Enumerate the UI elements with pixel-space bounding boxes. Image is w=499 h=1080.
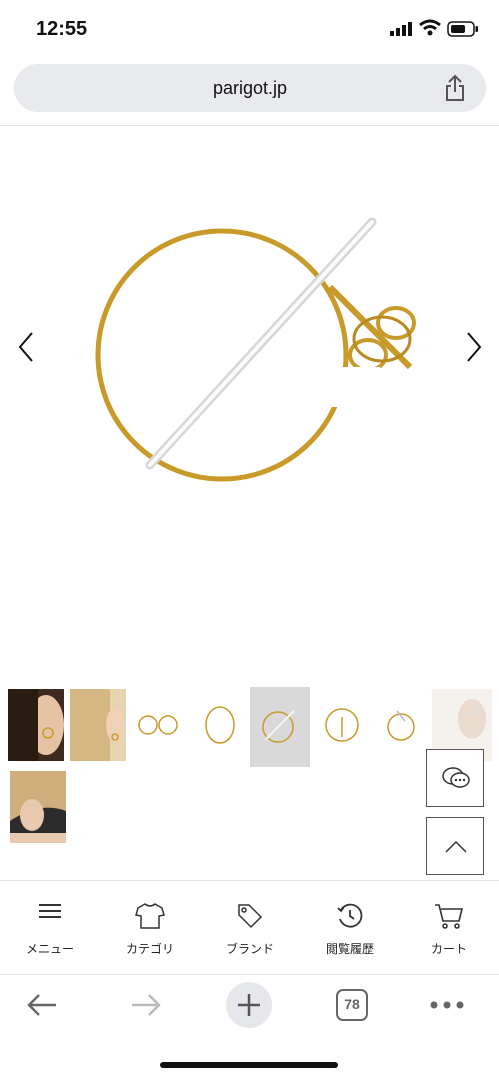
next-image-arrow-icon[interactable] <box>464 330 484 364</box>
history-clock-icon <box>337 903 363 928</box>
thumbnail-9[interactable] <box>10 771 66 843</box>
shopping-cart-icon <box>435 904 464 929</box>
chat-bubble-icon <box>442 767 470 788</box>
status-bar: 12:55 <box>0 0 499 58</box>
cellular-signal-icon <box>390 22 412 36</box>
url-text: parigot.jp <box>212 78 288 98</box>
forward-arrow-icon[interactable] <box>130 992 162 1018</box>
back-arrow-icon[interactable] <box>26 992 58 1018</box>
thumbnail-2[interactable] <box>70 689 126 761</box>
thumbnail-1[interactable] <box>8 689 64 761</box>
thumbnail-6[interactable] <box>314 689 370 761</box>
previous-image-arrow-icon[interactable] <box>16 330 36 364</box>
nav-history-label: 閲覧履歴 <box>325 942 374 956</box>
thumbnail-4[interactable] <box>192 689 248 761</box>
battery-icon <box>447 21 478 37</box>
thumbnail-5-selected[interactable] <box>250 687 310 767</box>
share-icon[interactable] <box>444 74 466 102</box>
chat-button[interactable] <box>426 749 484 807</box>
product-image[interactable] <box>0 127 499 672</box>
tag-icon <box>238 904 263 929</box>
thumbnail-3[interactable] <box>132 689 188 761</box>
nav-cart-label: カート <box>430 942 467 956</box>
new-tab-button[interactable] <box>226 982 272 1028</box>
scroll-to-top-button[interactable] <box>426 817 484 875</box>
nav-history[interactable]: 閲覧履歴 <box>300 890 400 970</box>
nav-brand[interactable]: ブランド <box>200 890 300 970</box>
address-bar[interactable]: parigot.jp <box>14 64 486 112</box>
nav-cart[interactable]: カート <box>399 890 499 970</box>
divider <box>0 880 499 881</box>
chevron-up-icon <box>445 840 467 853</box>
tshirt-icon <box>135 903 165 929</box>
plus-icon <box>238 994 260 1016</box>
status-time: 12:55 <box>36 18 88 40</box>
divider <box>0 125 499 126</box>
nav-menu-label: メニュー <box>25 942 74 956</box>
divider <box>0 974 499 975</box>
more-options-icon[interactable] <box>430 1001 464 1009</box>
wifi-icon <box>419 19 441 36</box>
nav-menu[interactable]: メニュー <box>0 890 100 970</box>
hamburger-menu-icon <box>39 904 61 918</box>
nav-brand-label: ブランド <box>225 942 274 956</box>
home-indicator <box>160 1062 338 1068</box>
nav-category[interactable]: カテゴリ <box>100 890 200 970</box>
nav-category-label: カテゴリ <box>125 942 174 956</box>
tab-count-button[interactable]: 78 <box>336 989 368 1021</box>
thumbnail-7[interactable] <box>373 689 429 761</box>
